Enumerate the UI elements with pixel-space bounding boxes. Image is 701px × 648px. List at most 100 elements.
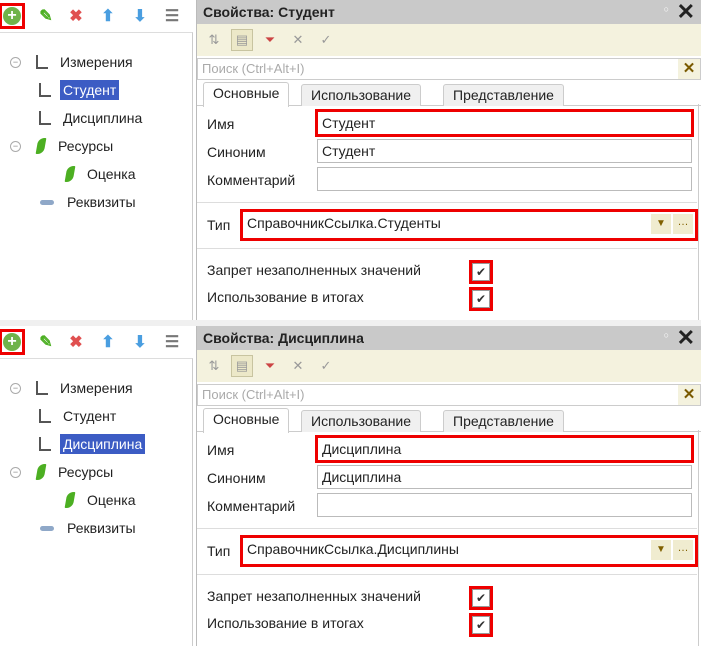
clear-search-button[interactable]: ✕: [678, 385, 700, 405]
search-input[interactable]: Поиск (Ctrl+Alt+I) ✕: [197, 384, 701, 406]
delete-button[interactable]: ✖: [66, 332, 86, 352]
attribute-icon: [40, 525, 54, 531]
name-label: Имя: [207, 442, 235, 458]
comment-field[interactable]: [317, 167, 692, 191]
group-categories-button[interactable]: ▤: [231, 355, 253, 377]
tree-label: Дисциплина: [63, 110, 143, 126]
tree-toolbar: + ✎ ✖ ⬆ ⬇ ☰: [0, 326, 192, 358]
synonym-field[interactable]: Студент: [317, 139, 692, 163]
collapse-icon[interactable]: −: [10, 466, 21, 478]
synonym-label: Синоним: [207, 144, 266, 160]
select-button[interactable]: …: [673, 540, 693, 560]
tree-node-dim-item[interactable]: Студент: [36, 78, 120, 102]
move-up-button[interactable]: ⬆: [98, 6, 118, 26]
dimension-icon: [36, 436, 52, 452]
edit-button[interactable]: ✎: [36, 332, 56, 352]
delete-button[interactable]: ✖: [66, 6, 86, 26]
move-up-button[interactable]: ⬆: [98, 332, 118, 352]
pin-icon[interactable]: ○: [664, 4, 669, 14]
tree-node-res-item[interactable]: Оценка: [62, 162, 139, 186]
collapse-icon[interactable]: −: [10, 140, 21, 152]
type-field[interactable]: СправочникСсылка.Дисциплины ▼…: [240, 535, 698, 567]
tree-label: Дисциплина: [60, 434, 146, 454]
tab-main[interactable]: Основные: [203, 82, 290, 107]
apply-button[interactable]: ✓: [315, 355, 337, 377]
properties-title-bar: Свойства: Дисциплина ○ ✕: [197, 326, 701, 350]
collapse-icon[interactable]: −: [10, 56, 21, 68]
filter-button[interactable]: ⏷: [259, 355, 281, 377]
collapse-icon[interactable]: −: [10, 382, 21, 394]
sort-list-button[interactable]: ☰: [162, 332, 182, 352]
move-down-button[interactable]: ⬇: [130, 332, 150, 352]
type-field[interactable]: СправочникСсылка.Студенты ▼…: [240, 209, 698, 241]
tab-presentation[interactable]: Представление: [443, 84, 564, 106]
sort-list-button[interactable]: ☰: [162, 6, 182, 26]
apply-button[interactable]: ✓: [315, 29, 337, 51]
tab-usage[interactable]: Использование: [301, 410, 422, 432]
cancel-button[interactable]: ✕: [287, 355, 309, 377]
tree-label: Оценка: [87, 492, 136, 508]
tree-toolbar: + ✎ ✖ ⬆ ⬇ ☰: [0, 0, 192, 32]
add-button[interactable]: +: [0, 3, 25, 29]
panel-title: Свойства: Студент: [203, 4, 335, 20]
close-button[interactable]: ✕: [677, 0, 695, 24]
tree-label: Измерения: [60, 380, 133, 396]
close-button[interactable]: ✕: [677, 326, 695, 350]
pin-icon[interactable]: ○: [664, 330, 669, 340]
tree-node-attributes[interactable]: Реквизиты: [38, 190, 139, 214]
tab-usage[interactable]: Использование: [301, 84, 422, 106]
dimension-icon: [36, 408, 52, 424]
tree-node-dim-item[interactable]: Дисциплина: [36, 432, 146, 456]
type-value: СправочникСсылка.Дисциплины: [247, 541, 459, 557]
tree-node-resources[interactable]: − Ресурсы: [10, 134, 116, 158]
tab-main[interactable]: Основные: [203, 408, 290, 433]
tree-node-resources[interactable]: − Ресурсы: [10, 460, 116, 484]
filter-button[interactable]: ⏷: [259, 29, 281, 51]
dropdown-button[interactable]: ▼: [651, 214, 671, 234]
add-button[interactable]: +: [0, 329, 25, 355]
tree-node-res-item[interactable]: Оценка: [62, 488, 139, 512]
comment-field[interactable]: [317, 493, 692, 517]
tree-label: Ресурсы: [58, 138, 114, 154]
add-icon: +: [3, 333, 21, 351]
sort-alpha-button[interactable]: ⇅: [203, 29, 225, 51]
cancel-button[interactable]: ✕: [287, 29, 309, 51]
fill-checking-checkbox[interactable]: ✔: [469, 586, 493, 610]
group-categories-button[interactable]: ▤: [231, 29, 253, 51]
fill-checking-label: Запрет незаполненных значений: [207, 588, 421, 604]
type-label: Тип: [207, 543, 231, 559]
search-input[interactable]: Поиск (Ctrl+Alt+I) ✕: [197, 58, 701, 80]
resource-icon: [35, 464, 47, 480]
use-in-totals-checkbox[interactable]: ✔: [469, 287, 493, 311]
properties-toolbar: ⇅ ▤ ⏷ ✕ ✓: [197, 24, 701, 56]
tree-node-dim-item[interactable]: Студент: [36, 404, 119, 428]
edit-button[interactable]: ✎: [36, 6, 56, 26]
clear-search-button[interactable]: ✕: [678, 59, 700, 79]
sort-alpha-button[interactable]: ⇅: [203, 355, 225, 377]
tree-node-dimensions[interactable]: − Измерения: [10, 376, 136, 400]
tree-node-dimensions[interactable]: − Измерения: [10, 50, 136, 74]
add-icon: +: [3, 7, 21, 25]
name-field[interactable]: Студент: [315, 109, 694, 137]
tree-node-dim-item[interactable]: Дисциплина: [36, 106, 145, 130]
tree-node-attributes[interactable]: Реквизиты: [38, 516, 139, 540]
synonym-field[interactable]: Дисциплина: [317, 465, 692, 489]
tab-presentation[interactable]: Представление: [443, 410, 564, 432]
comment-label: Комментарий: [207, 498, 296, 514]
move-down-button[interactable]: ⬇: [130, 6, 150, 26]
fill-checking-label: Запрет незаполненных значений: [207, 262, 421, 278]
use-in-totals-checkbox[interactable]: ✔: [469, 613, 493, 637]
metadata-tree: − Измерения Студент Дисциплина − Ресурсы О…: [0, 32, 193, 320]
name-label: Имя: [207, 116, 235, 132]
fill-checking-checkbox[interactable]: ✔: [469, 260, 493, 284]
type-label: Тип: [207, 217, 231, 233]
dimension-icon: [33, 54, 49, 70]
tab-bar: Основные Использование Представление: [197, 408, 701, 433]
resource-icon: [64, 166, 76, 182]
name-field[interactable]: Дисциплина: [315, 435, 694, 463]
type-value: СправочникСсылка.Студенты: [247, 215, 441, 231]
resource-icon: [35, 138, 47, 154]
properties-panel: Свойства: Студент ○ ✕ ⇅ ▤ ⏷ ✕ ✓ Поиск (Ctr…: [196, 0, 701, 320]
select-button[interactable]: …: [673, 214, 693, 234]
dropdown-button[interactable]: ▼: [651, 540, 671, 560]
